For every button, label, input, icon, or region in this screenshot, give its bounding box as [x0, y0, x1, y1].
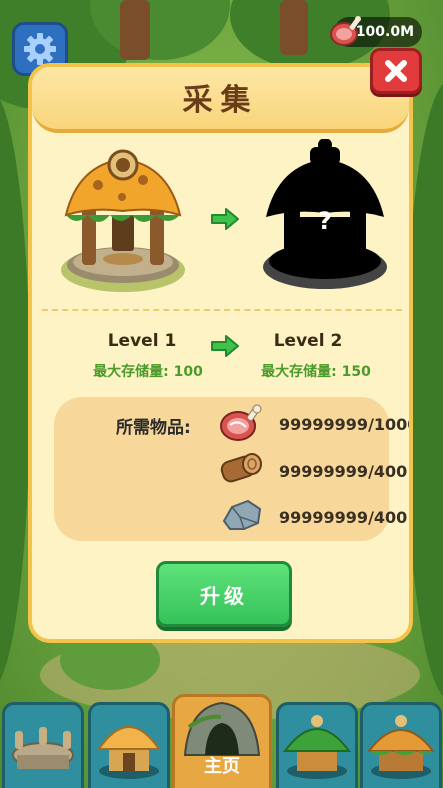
meat-icon — [330, 16, 361, 46]
close-icon — [385, 60, 407, 82]
wood-log-icon — [220, 453, 262, 483]
gear-icon — [24, 33, 56, 65]
nav-item-home[interactable]: 主页 — [172, 694, 272, 788]
leaf-hut-icon — [283, 715, 351, 779]
nav-item-storage-hut[interactable] — [360, 702, 442, 788]
gathering-hut-level1-image — [61, 149, 185, 292]
nav-item-table[interactable] — [2, 702, 84, 788]
unknown-mark: ? — [318, 207, 332, 235]
upgrade-button[interactable]: 升级 — [156, 561, 292, 627]
wood-requirement-value: 99999999/400 — [279, 462, 408, 481]
nav-item-gathering-hut[interactable] — [88, 702, 170, 788]
meat-amount: 100.0M — [355, 24, 414, 40]
meat-icon — [220, 404, 262, 441]
dialog-title: 采集 — [182, 83, 259, 118]
close-button[interactable] — [370, 48, 422, 94]
meat-requirement-value: 99999999/1000 — [279, 415, 413, 434]
requirements-title: 所需物品: — [116, 418, 191, 438]
stone-table-icon — [12, 727, 74, 769]
bottom-navigation: 主页 — [0, 694, 443, 788]
current-level-label: Level 1 — [107, 331, 177, 351]
nav-home-label: 主页 — [204, 756, 240, 777]
next-level-building-silhouette: ? — [260, 138, 390, 295]
next-level-label: Level 2 — [273, 331, 343, 351]
straw-hut-icon — [97, 726, 161, 779]
stone-requirement-value: 99999999/400 — [279, 508, 408, 527]
arrow-right-icon — [211, 208, 239, 230]
storage-hut-icon — [366, 715, 436, 779]
current-capacity-label: 最大存储量: 100 — [93, 364, 203, 380]
cave-icon — [183, 701, 261, 756]
stone-icon — [222, 499, 262, 530]
next-capacity-label: 最大存储量: 150 — [261, 364, 371, 380]
nav-item-leaf-hut[interactable] — [276, 702, 358, 788]
upgrade-dialog: 采集 ? Level 1 最大存储量: 100 Level 2 最大存储量: 1… — [28, 63, 413, 643]
section-divider — [42, 309, 402, 311]
